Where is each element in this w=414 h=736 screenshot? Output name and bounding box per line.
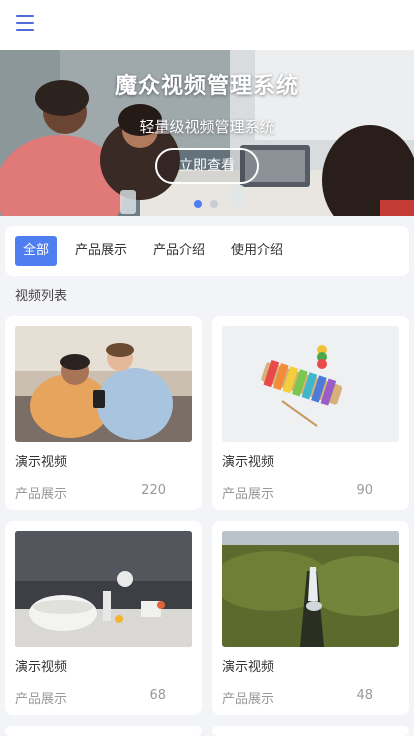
carousel-dot-2[interactable] xyxy=(210,200,218,208)
video-thumbnail xyxy=(222,326,399,442)
tab-usage-intro[interactable]: 使用介绍 xyxy=(223,236,291,266)
video-title: 演示视频 xyxy=(222,660,275,675)
video-thumbnail xyxy=(222,531,399,647)
banner-title: 魔众视频管理系统 xyxy=(114,74,299,99)
video-card[interactable]: 演示视频 产品展示 90 xyxy=(212,316,409,510)
video-title: 演示视频 xyxy=(15,455,68,470)
hero-banner[interactable]: 魔众视频管理系统 轻量级视频管理系统 立即查看 xyxy=(0,50,414,216)
video-category: 产品展示 xyxy=(15,487,68,502)
banner-view-button[interactable]: 立即查看 xyxy=(155,148,259,184)
category-tabs: 全部 产品展示 产品介绍 使用介绍 xyxy=(5,226,409,276)
carousel-dot-1[interactable] xyxy=(194,200,202,208)
video-view-count: 220 xyxy=(141,483,166,498)
video-title: 演示视频 xyxy=(222,455,275,470)
tab-all[interactable]: 全部 xyxy=(15,236,58,266)
banner-subtitle: 轻量级视频管理系统 xyxy=(139,118,275,136)
video-card[interactable]: 演示视频 产品展示 48 xyxy=(212,521,409,715)
video-card[interactable]: 演示视频 产品展示 68 xyxy=(5,521,202,715)
top-bar xyxy=(0,0,414,50)
video-view-count: 68 xyxy=(149,688,166,703)
tab-product-intro[interactable]: 产品介绍 xyxy=(145,236,213,266)
hamburger-menu-icon[interactable] xyxy=(16,15,34,33)
video-grid: 演示视频 产品展示 220 演示视频 产品展示 90 演示视频 产品展示 68 … xyxy=(5,316,409,736)
video-category: 产品展示 xyxy=(222,692,275,707)
carousel-dots xyxy=(194,193,226,212)
section-title: 视频列表 xyxy=(15,289,68,304)
video-title: 演示视频 xyxy=(15,660,68,675)
video-thumbnail xyxy=(15,531,192,647)
video-thumbnail xyxy=(15,326,192,442)
tab-product-showcase[interactable]: 产品展示 xyxy=(67,236,135,266)
video-card-partial[interactable] xyxy=(5,726,202,736)
video-card[interactable]: 演示视频 产品展示 220 xyxy=(5,316,202,510)
video-category: 产品展示 xyxy=(222,487,275,502)
video-card-partial[interactable] xyxy=(212,726,409,736)
video-view-count: 90 xyxy=(356,483,373,498)
video-category: 产品展示 xyxy=(15,692,68,707)
video-view-count: 48 xyxy=(356,688,373,703)
